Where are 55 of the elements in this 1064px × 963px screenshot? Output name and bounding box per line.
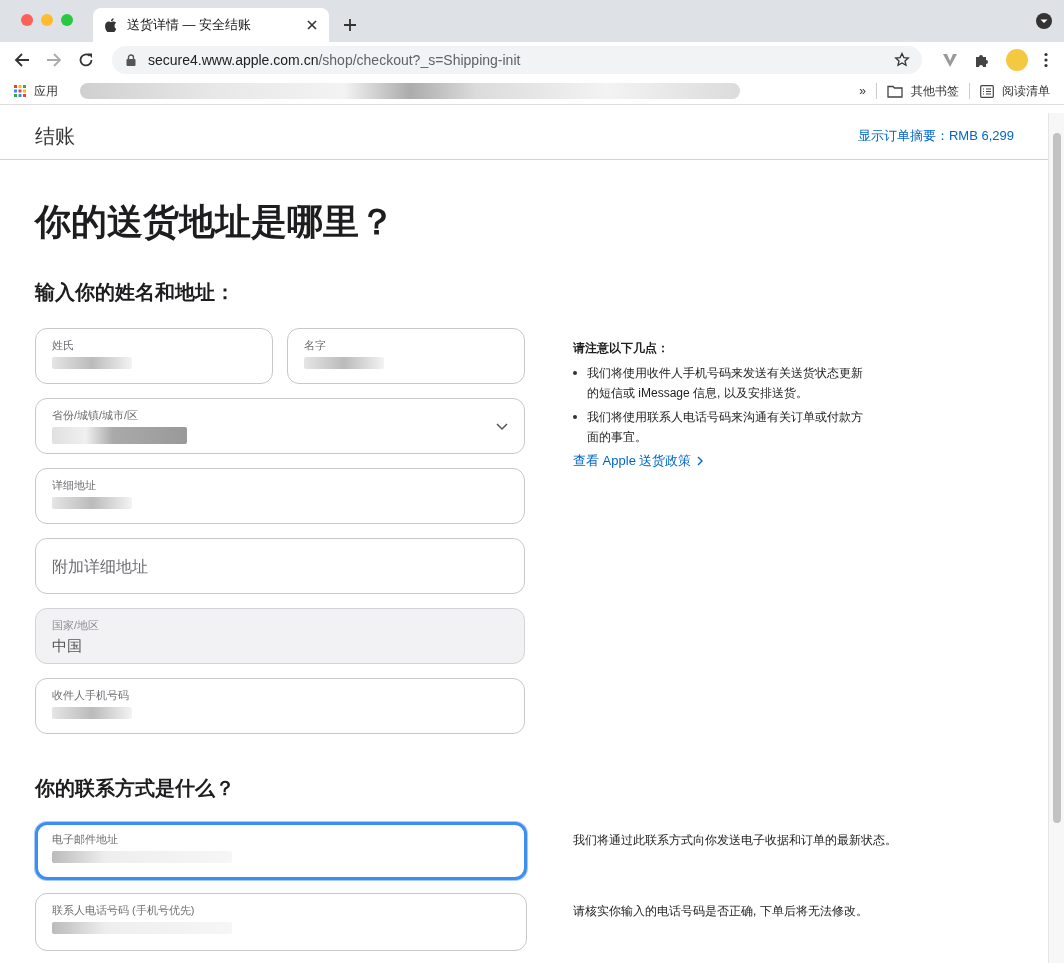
input-field[interactable]: 收件人手机号码 [35,678,525,734]
input-field[interactable]: 名字 [287,328,525,384]
apps-grid-icon [14,85,26,97]
shipping-policy-link[interactable]: 查看 Apple 送货政策 [573,451,863,471]
field-placeholder: 附加详细地址 [52,557,148,577]
field-value: 中国 [52,637,82,656]
field-label: 省份/城镇/城市/区 [52,408,139,423]
bullet-icon [573,415,577,419]
folder-icon [887,84,903,98]
field-label: 联系人电话号码 (手机号优先) [52,903,195,918]
order-summary-link[interactable]: 显示订单摘要：RMB 6,299 [857,127,1014,145]
notes-heading: 请注意以下几点： [573,340,670,357]
reload-icon[interactable] [78,52,94,68]
list-icon [980,84,994,98]
field-label: 国家/地区 [52,618,100,633]
note-text: 我们将通过此联系方式向你发送电子收据和订单的最新状态。 [573,832,898,849]
section-heading: 输入你的姓名和地址： [35,280,236,305]
tab-search-icon[interactable] [1036,13,1052,29]
v-shaped-extension-icon[interactable] [942,52,958,68]
field-label: 收件人手机号码 [52,688,129,703]
lock-icon [126,54,136,66]
input-field[interactable]: 附加详细地址 [35,538,525,594]
menu-icon[interactable] [1044,52,1048,68]
star-icon[interactable] [894,52,910,68]
apple-logo-icon [105,18,117,32]
note-text: 请核实你输入的电话号码是否正确, 下单后将无法修改。 [573,903,869,920]
dropdown-field[interactable]: 省份/城镇/城市/区 [35,398,525,454]
input-field[interactable]: 姓氏 [35,328,273,384]
bookmarks-overflow-button[interactable]: » [859,84,866,98]
field-label: 名字 [304,338,326,353]
bullet-icon [573,371,577,375]
apps-bookmark[interactable]: 应用 [14,82,58,100]
note-text: 我们将使用联系人电话号码来沟通有关订单或付款方面的事宜。 [587,409,863,446]
input-field[interactable]: 详细地址 [35,468,525,524]
other-bookmarks-folder[interactable]: 其他书签 [887,82,959,100]
input-field[interactable]: 联系人电话号码 (手机号优先) [35,893,527,951]
field-label: 电子邮件地址 [52,832,118,847]
chevron-right-icon [697,456,704,466]
url-text: secure4.www.apple.com.cn/shop/checkout?_s=Shipping-init [148,52,521,68]
close-tab-icon[interactable] [307,20,317,30]
reading-list-button[interactable]: 阅读清单 [980,82,1050,100]
field-label: 详细地址 [52,478,96,493]
new-tab-icon[interactable] [343,18,357,32]
page-heading: 你的送货地址是哪里？ [35,200,396,244]
browser-tab[interactable]: 送货详情 — 安全结账 [93,8,329,42]
scrollbar-thumb[interactable] [1052,133,1061,823]
section-heading: 你的联系方式是什么？ [35,776,236,801]
field-label: 姓氏 [52,338,74,353]
address-bar[interactable]: secure4.www.apple.com.cn/shop/checkout?_s=Shipping-init [112,46,922,74]
note-text: 我们将使用收件人手机号码来发送有关送货状态更新的短信或 iMessage 信息, 以及安排送货。 [587,365,863,402]
back-icon[interactable] [14,52,30,68]
input-field[interactable]: 电子邮件地址 [35,822,527,880]
puzzle-icon[interactable] [974,52,990,68]
checkout-title: 结账 [35,123,75,149]
chevron-down-icon [496,423,508,431]
